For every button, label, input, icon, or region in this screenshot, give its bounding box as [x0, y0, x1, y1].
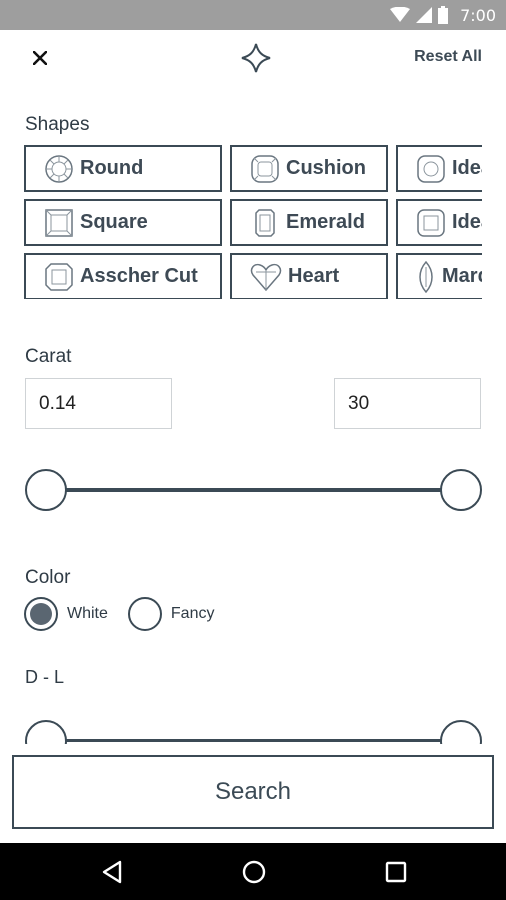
color-slider-track[interactable]	[46, 739, 462, 742]
shape-label: Emerald	[286, 211, 365, 233]
asscher-diamond-icon	[45, 262, 73, 291]
color-heading: Color	[25, 567, 71, 588]
shapes-heading: Shapes	[25, 114, 90, 135]
shape-button-ideal[interactable]: Ideal	[396, 145, 482, 192]
shape-button-emerald[interactable]: Emerald	[230, 199, 388, 246]
marquise-diamond-icon	[419, 260, 433, 293]
status-time: 7:00	[460, 5, 496, 25]
back-icon	[102, 860, 122, 884]
shape-grid: Round Cushion Ideal Square	[24, 145, 482, 299]
carat-min-handle[interactable]	[25, 469, 67, 511]
color-options: White Fancy	[24, 597, 214, 631]
shape-label: Ideal	[452, 157, 482, 179]
square-diamond-icon	[45, 208, 73, 237]
fancy-radio[interactable]	[127, 597, 162, 631]
ideal-square-diamond-icon	[417, 208, 445, 237]
search-button[interactable]: Search	[12, 755, 494, 829]
shapes-carousel[interactable]: Round Cushion Ideal Square	[24, 145, 482, 299]
carat-max-input[interactable]	[334, 378, 481, 429]
shape-label: Asscher Cut	[80, 265, 198, 287]
back-button[interactable]	[97, 857, 127, 887]
carat-heading: Carat	[25, 346, 72, 367]
color-max-handle[interactable]	[440, 720, 482, 744]
shape-button-cushion[interactable]: Cushion	[230, 145, 388, 192]
white-radio-label[interactable]: White	[67, 605, 108, 623]
shape-button-round[interactable]: Round	[24, 145, 222, 192]
shape-label: Ideal	[452, 211, 482, 233]
shape-label: Cushion	[286, 157, 366, 179]
heart-diamond-icon	[250, 263, 282, 291]
close-icon	[33, 51, 47, 65]
color-range-label: D - L	[25, 667, 65, 687]
shape-button-square[interactable]: Square	[24, 199, 222, 246]
battery-icon	[438, 6, 449, 24]
close-button[interactable]	[26, 44, 54, 72]
carat-slider-track[interactable]	[46, 488, 462, 492]
color-range-slider	[0, 700, 506, 744]
shape-button-ideal-square[interactable]: Ideal	[396, 199, 482, 246]
shape-label: Marquise	[442, 265, 482, 287]
wifi-icon	[390, 7, 411, 22]
recents-icon	[385, 861, 407, 883]
color-min-handle[interactable]	[25, 720, 67, 744]
shape-label: Square	[80, 211, 148, 233]
fancy-radio-label[interactable]: Fancy	[171, 605, 215, 623]
shape-button-asscher[interactable]: Asscher Cut	[24, 253, 222, 299]
brand-logo-icon	[241, 43, 271, 73]
shape-label: Heart	[288, 265, 340, 287]
status-icons: 7:00	[390, 0, 496, 30]
home-icon	[242, 860, 266, 884]
shape-label: Round	[80, 157, 144, 179]
radio-selected-dot	[30, 603, 52, 625]
reset-all-button[interactable]: Reset All	[414, 48, 482, 66]
shape-button-heart[interactable]: Heart	[230, 253, 388, 299]
home-button[interactable]	[239, 857, 269, 887]
carat-max-handle[interactable]	[440, 469, 482, 511]
shape-button-marquise[interactable]: Marquise	[396, 253, 482, 299]
white-radio[interactable]	[24, 597, 58, 631]
recents-button[interactable]	[381, 857, 411, 887]
navigation-bar	[0, 843, 506, 900]
header: Reset All	[0, 30, 506, 88]
round-diamond-icon	[45, 154, 73, 183]
signal-icon	[416, 7, 433, 23]
carat-min-input[interactable]	[25, 378, 172, 429]
ideal-diamond-icon	[417, 154, 445, 183]
status-bar: 7:00	[0, 0, 506, 30]
emerald-diamond-icon	[255, 208, 275, 237]
cushion-diamond-icon	[251, 154, 279, 183]
